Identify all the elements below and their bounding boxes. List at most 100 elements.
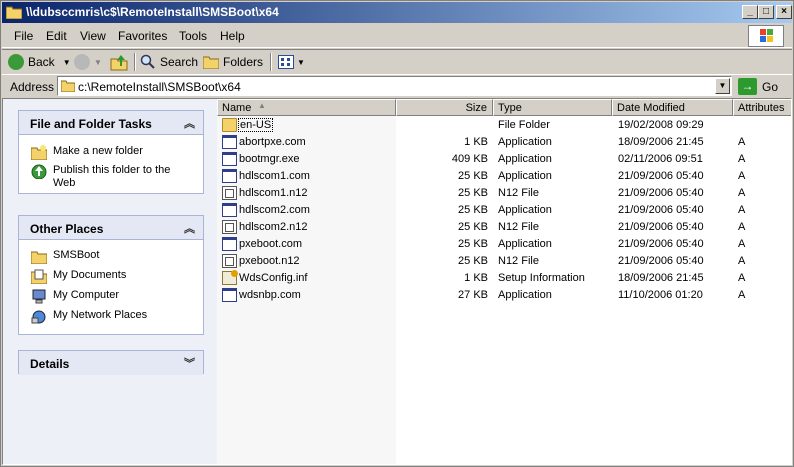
close-button[interactable]: ×	[776, 5, 792, 19]
file-name: hdlscom2.n12	[239, 221, 308, 233]
menu-favorites[interactable]: Favorites	[118, 29, 167, 43]
details-header[interactable]: Details ︾	[19, 351, 203, 375]
file-date-modified: 21/09/2006 05:40	[618, 187, 704, 199]
address-input[interactable]: c:\RemoteInstall\SMSBoot\x64 ▼	[57, 76, 732, 96]
file-attributes: A	[738, 170, 746, 182]
file-attributes: A	[738, 136, 746, 148]
publish-web-icon	[31, 164, 47, 179]
menu-view[interactable]: View	[80, 29, 106, 43]
explorer-window: \\dubsccmris\c$\RemoteInstall\SMSBoot\x6…	[0, 0, 794, 467]
collapse-chevron-icon[interactable]: ︽	[184, 115, 195, 131]
place-my-network-places-link[interactable]: My Network Places	[31, 309, 147, 324]
title-bar[interactable]: \\dubsccmris\c$\RemoteInstall\SMSBoot\x6…	[2, 2, 792, 23]
file-size: 25 KB	[458, 238, 488, 250]
search-button[interactable]: Search	[140, 52, 198, 72]
back-button[interactable]: Back ▼	[8, 52, 71, 72]
other-places-panel: Other Places ︽ SMSBoot My Documents My C…	[18, 215, 204, 335]
panel-title: File and Folder Tasks	[30, 117, 152, 131]
other-places-header[interactable]: Other Places ︽	[19, 216, 203, 240]
file-size: 25 KB	[458, 170, 488, 182]
file-type: Setup Information	[498, 272, 585, 284]
file-row[interactable]: hdlscom1.n12 25 KB N12 File 21/09/2006 05:4…	[217, 185, 791, 202]
folders-button[interactable]: Folders	[203, 52, 263, 72]
file-folder-tasks-panel: File and Folder Tasks ︽ Make a new folde…	[18, 110, 204, 194]
file-row[interactable]: hdlscom2.com 25 KB Application 21/09/2006 0…	[217, 202, 791, 219]
column-header-type[interactable]: Type	[493, 99, 612, 116]
views-button[interactable]: ▼	[278, 52, 305, 72]
menu-edit[interactable]: Edit	[46, 29, 67, 43]
column-header-attributes[interactable]: Attributes	[733, 99, 791, 116]
column-label: Date Modified	[617, 102, 685, 114]
file-row[interactable]: en-US File Folder 19/02/2008 09:29	[217, 117, 791, 134]
file-size: 25 KB	[458, 255, 488, 267]
folder-icon	[31, 251, 47, 264]
address-bar: Address c:\RemoteInstall\SMSBoot\x64 ▼ →…	[2, 74, 792, 98]
chevron-down-icon: ▼	[94, 57, 102, 67]
file-size: 25 KB	[458, 204, 488, 216]
file-date-modified: 18/09/2006 21:45	[618, 136, 704, 148]
menu-file[interactable]: File	[14, 29, 33, 43]
address-dropdown-button[interactable]: ▼	[715, 78, 730, 94]
column-label: Type	[498, 102, 522, 114]
file-row[interactable]: abortpxe.com 1 KB Application 18/09/2006 21…	[217, 134, 791, 151]
file-name: pxeboot.n12	[239, 255, 300, 267]
menu-bar: File Edit View Favorites Tools Help	[2, 24, 792, 48]
link-label: My Documents	[53, 269, 127, 281]
new-folder-icon	[31, 145, 47, 160]
maximize-button[interactable]: □	[758, 5, 774, 19]
file-attributes: A	[738, 204, 746, 216]
place-smsboot-link[interactable]: SMSBoot	[31, 249, 99, 264]
file-date-modified: 19/02/2008 09:29	[618, 119, 704, 131]
content-area: File and Folder Tasks ︽ Make a new folde…	[2, 98, 792, 465]
make-new-folder-link[interactable]: Make a new folder	[31, 145, 143, 160]
column-label: Size	[465, 102, 487, 114]
column-header-size[interactable]: Size	[396, 99, 493, 116]
file-row[interactable]: pxeboot.n12 25 KB N12 File 21/09/2006 05:40…	[217, 253, 791, 270]
file-row[interactable]: bootmgr.exe 409 KB Application 02/11/2006 0…	[217, 151, 791, 168]
expand-chevron-icon[interactable]: ︾	[184, 355, 195, 371]
place-my-computer-link[interactable]: My Computer	[31, 289, 119, 304]
file-type: Application	[498, 170, 552, 182]
column-label: Name	[222, 102, 252, 114]
sort-ascending-icon: ▲	[258, 101, 266, 110]
setup-information-icon	[222, 270, 238, 285]
file-attributes: A	[738, 221, 746, 233]
file-date-modified: 21/09/2006 05:40	[618, 255, 704, 267]
file-attributes: A	[738, 153, 746, 165]
link-label: SMSBoot	[53, 249, 100, 261]
search-label: Search	[160, 55, 199, 69]
file-row[interactable]: wdsnbp.com 27 KB Application 11/10/2006 01:…	[217, 287, 791, 304]
file-folder-tasks-header[interactable]: File and Folder Tasks ︽	[19, 111, 203, 135]
file-size: 25 KB	[458, 187, 488, 199]
go-arrow-icon: →	[738, 78, 757, 95]
file-attributes: A	[738, 187, 746, 199]
folders-icon	[203, 56, 219, 69]
file-type: N12 File	[498, 255, 539, 267]
column-header-date-modified[interactable]: Date Modified	[612, 99, 733, 116]
folders-label: Folders	[223, 55, 264, 69]
link-label: My Computer	[53, 289, 120, 301]
collapse-chevron-icon[interactable]: ︽	[184, 220, 195, 236]
n12-file-icon	[222, 254, 237, 268]
file-row[interactable]: hdlscom1.com 25 KB Application 21/09/2006 0…	[217, 168, 791, 185]
file-type: N12 File	[498, 221, 539, 233]
forward-button[interactable]: ▼	[74, 52, 102, 72]
application-icon	[222, 169, 237, 183]
file-row[interactable]: pxeboot.com 25 KB Application 21/09/2006 05…	[217, 236, 791, 253]
file-row[interactable]: WdsConfig.inf 1 KB Setup Information 18/09/…	[217, 270, 791, 287]
up-folder-icon	[110, 55, 128, 71]
go-button[interactable]: → Go	[738, 76, 778, 97]
task-pane: File and Folder Tasks ︽ Make a new folde…	[3, 99, 217, 464]
file-row[interactable]: hdlscom2.n12 25 KB N12 File 21/09/2006 05:4…	[217, 219, 791, 236]
menu-help[interactable]: Help	[220, 29, 245, 43]
place-my-documents-link[interactable]: My Documents	[31, 269, 126, 284]
file-size: 1 KB	[464, 136, 488, 148]
file-date-modified: 11/10/2006 01:20	[618, 289, 703, 301]
up-folder-button[interactable]	[110, 52, 128, 72]
column-header-name[interactable]: Name ▲	[217, 99, 396, 116]
column-label: Attributes	[738, 102, 785, 114]
file-type: Application	[498, 136, 552, 148]
menu-tools[interactable]: Tools	[179, 29, 207, 43]
publish-to-web-link[interactable]: Publish this folder to the Web	[31, 164, 191, 190]
minimize-button[interactable]: _	[742, 5, 758, 19]
